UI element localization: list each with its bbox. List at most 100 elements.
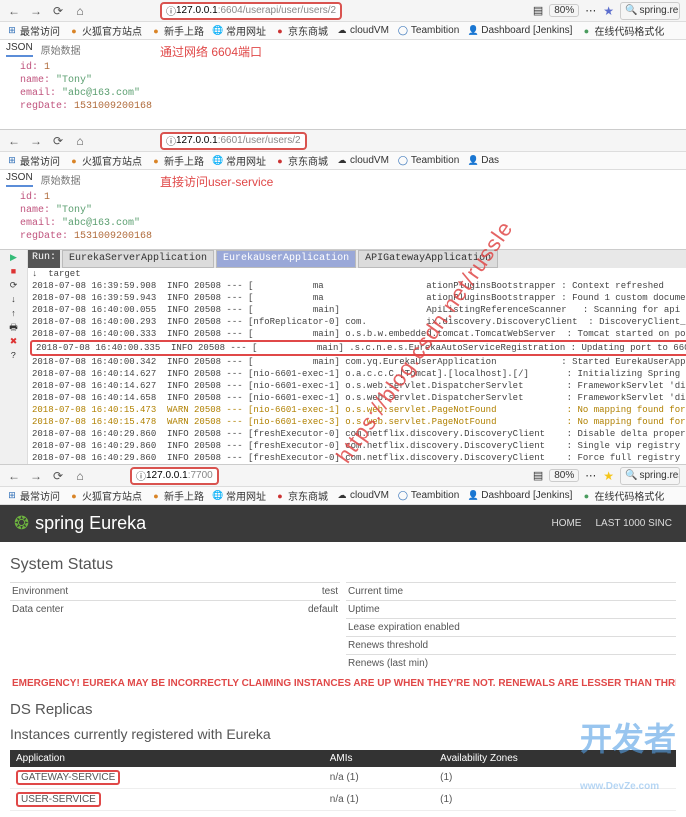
app-gateway: GATEWAY-SERVICE bbox=[16, 770, 120, 785]
help-icon[interactable]: ? bbox=[8, 350, 20, 362]
bm-cloudvm[interactable]: ☁cloudVM bbox=[336, 490, 389, 502]
print-icon[interactable]: 🖶 bbox=[8, 322, 20, 334]
url-box-3[interactable]: ⓘ 127.0.0.1:7700 bbox=[130, 467, 219, 485]
home-icon[interactable]: ⌂ bbox=[72, 3, 88, 19]
teambition-icon: ◯ bbox=[397, 25, 409, 37]
ds-replicas-title: DS Replicas bbox=[10, 701, 676, 718]
run-icon[interactable]: ▶ bbox=[8, 252, 20, 264]
bm-fmt[interactable]: ●在线代码格式化 bbox=[580, 488, 664, 503]
bm-firefox[interactable]: ●火狐官方站点 bbox=[68, 153, 142, 168]
bm-jd[interactable]: ●京东商城 bbox=[274, 488, 328, 503]
home-icon[interactable]: ⌂ bbox=[72, 133, 88, 149]
firefox-icon: ● bbox=[150, 155, 162, 167]
direct-annotation: 直接访问user-service bbox=[160, 173, 273, 190]
bm-teambition[interactable]: ◯Teambition bbox=[397, 490, 459, 502]
bm-common[interactable]: 🌐常用网址 bbox=[212, 153, 266, 168]
lease-row: Lease expiration enabled bbox=[346, 618, 676, 636]
nav-last1000[interactable]: LAST 1000 SINC bbox=[595, 518, 672, 529]
zoom-indicator[interactable]: 80% bbox=[549, 4, 579, 17]
bm-newbie[interactable]: ●新手上路 bbox=[150, 153, 204, 168]
search-box[interactable]: 🔍spring.re bbox=[620, 2, 680, 20]
info-icon: ⓘ bbox=[166, 133, 176, 148]
bookmark-star-icon[interactable]: ★ bbox=[603, 4, 614, 18]
forward-icon[interactable]: → bbox=[28, 3, 44, 19]
cloud-icon: ☁ bbox=[336, 25, 348, 37]
forward-icon[interactable]: → bbox=[28, 468, 44, 484]
browser-section-1: ← → ⟳ ⌂ ⓘ 127.0.0.1:6604/userapi/user/us… bbox=[0, 0, 686, 119]
back-icon[interactable]: ← bbox=[6, 468, 22, 484]
url-rest: :6604/userapi/user/users/2 bbox=[218, 5, 336, 16]
url-box-2[interactable]: ⓘ 127.0.0.1:6601/user/users/2 bbox=[160, 132, 307, 150]
reload-icon[interactable]: ⟳ bbox=[50, 468, 66, 484]
bm-teambition[interactable]: ◯Teambition bbox=[397, 155, 459, 167]
down-icon[interactable]: ↓ bbox=[8, 294, 20, 306]
back-icon[interactable]: ← bbox=[6, 133, 22, 149]
bm-jenkins[interactable]: 👤Dashboard [Jenkins] bbox=[467, 25, 572, 37]
reader-icon[interactable]: ▤ bbox=[533, 4, 543, 17]
reader-icon[interactable]: ▤ bbox=[533, 469, 543, 482]
restart-icon[interactable]: ⟳ bbox=[8, 280, 20, 292]
run-tab-0[interactable]: EurekaServerApplication bbox=[62, 250, 214, 268]
forward-icon[interactable]: → bbox=[28, 133, 44, 149]
browser-bar-2: ← → ⟳ ⌂ ⓘ 127.0.0.1:6601/user/users/2 bbox=[0, 130, 686, 152]
renews-lm-row: Renews (last min) bbox=[346, 654, 676, 672]
back-icon[interactable]: ← bbox=[6, 3, 22, 19]
cloud-icon: ☁ bbox=[336, 155, 348, 167]
raw-tab[interactable]: 原始数据 bbox=[41, 172, 81, 187]
json-body-2: id: 1 name: "Tony" email: "abc@163.com" … bbox=[0, 189, 686, 249]
th-az: Availability Zones bbox=[434, 750, 676, 767]
bm-fmt[interactable]: ●在线代码格式化 bbox=[580, 23, 664, 38]
stop-icon[interactable]: ■ bbox=[8, 266, 20, 278]
url-ip: 127.0.0.1 bbox=[176, 5, 218, 16]
bm-common[interactable]: 🌐常用网址 bbox=[212, 488, 266, 503]
browser-bar-1: ← → ⟳ ⌂ ⓘ 127.0.0.1:6604/userapi/user/us… bbox=[0, 0, 686, 22]
bm-common[interactable]: 🌐常用网址 bbox=[212, 23, 266, 38]
bm-firefox[interactable]: ●火狐官方站点 bbox=[68, 488, 142, 503]
eureka-header: ❂ spring Eureka HOME LAST 1000 SINC bbox=[0, 505, 686, 542]
system-status-title: System Status bbox=[10, 556, 676, 574]
bm-cloudvm[interactable]: ☁cloudVM bbox=[336, 155, 389, 167]
menu-icon[interactable]: ⋯ bbox=[585, 4, 597, 17]
zoom-indicator[interactable]: 80% bbox=[549, 469, 579, 482]
bm-jenkins[interactable]: 👤Das bbox=[467, 155, 499, 167]
search-box[interactable]: 🔍spring.res bbox=[620, 467, 680, 485]
bm-cloudvm[interactable]: ☁cloudVM bbox=[336, 25, 389, 37]
info-icon: ⓘ bbox=[136, 468, 146, 483]
table-row: USER-SERVICE n/a (1) (1) bbox=[10, 789, 676, 811]
search-icon: 🔍 bbox=[625, 470, 637, 481]
bm-jd[interactable]: ●京东商城 bbox=[274, 153, 328, 168]
run-tabs: Run: EurekaServerApplication EurekaUserA… bbox=[28, 250, 686, 268]
eureka-body: System Status Environmenttest Data cente… bbox=[0, 542, 686, 817]
table-row: GATEWAY-SERVICE n/a (1) (1) bbox=[10, 767, 676, 789]
up-icon[interactable]: ↑ bbox=[8, 308, 20, 320]
bm-most[interactable]: ⊞最常访问 bbox=[6, 153, 60, 168]
bm-jd[interactable]: ●京东商城 bbox=[274, 23, 328, 38]
run-tab-1[interactable]: EurekaUserApplication bbox=[216, 250, 356, 268]
bm-newbie[interactable]: ●新手上路 bbox=[150, 488, 204, 503]
bookmark-star-icon[interactable]: ★ bbox=[603, 469, 614, 483]
json-view-tabs-2: JSON 原始数据 bbox=[0, 170, 686, 189]
bm-firefox[interactable]: ●火狐官方站点 bbox=[68, 23, 142, 38]
menu-icon[interactable]: ⋯ bbox=[585, 469, 597, 482]
reload-icon[interactable]: ⟳ bbox=[50, 133, 66, 149]
bm-newbie[interactable]: ●新手上路 bbox=[150, 23, 204, 38]
run-tab-2[interactable]: APIGatewayApplication bbox=[358, 250, 498, 268]
bm-jenkins[interactable]: 👤Dashboard [Jenkins] bbox=[467, 490, 572, 502]
eureka-logo: ❂ spring Eureka bbox=[14, 513, 146, 534]
reload-icon[interactable]: ⟳ bbox=[50, 3, 66, 19]
json-tab[interactable]: JSON bbox=[6, 42, 33, 57]
nav-home[interactable]: HOME bbox=[551, 518, 581, 529]
json-tab[interactable]: JSON bbox=[6, 172, 33, 187]
x-icon[interactable]: ✖ bbox=[8, 336, 20, 348]
instances-table: Application AMIs Availability Zones GATE… bbox=[10, 750, 676, 811]
bm-most[interactable]: ⊞最常访问 bbox=[6, 488, 60, 503]
app-user: USER-SERVICE bbox=[16, 792, 101, 807]
home-icon[interactable]: ⌂ bbox=[72, 468, 88, 484]
uptime-row: Uptime bbox=[346, 600, 676, 618]
format-icon: ● bbox=[580, 490, 592, 502]
bm-teambition[interactable]: ◯Teambition bbox=[397, 25, 459, 37]
url-box-1[interactable]: ⓘ 127.0.0.1:6604/userapi/user/users/2 bbox=[160, 2, 342, 20]
env-row: Environmenttest bbox=[10, 582, 340, 600]
bm-most[interactable]: ⊞最常访问 bbox=[6, 23, 60, 38]
raw-tab[interactable]: 原始数据 bbox=[41, 42, 81, 57]
